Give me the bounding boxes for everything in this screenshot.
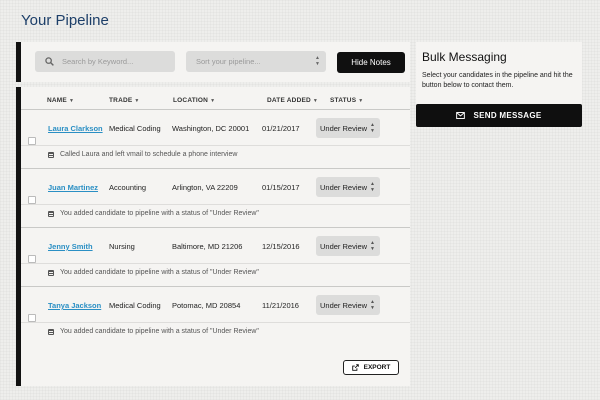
select-arrows-icon: ▲ ▼ xyxy=(370,299,375,311)
row-checkbox[interactable] xyxy=(28,255,36,263)
candidate-date-added: 01/15/2017 xyxy=(262,183,300,192)
bulk-messaging-panel: Bulk Messaging Select your candidates in… xyxy=(416,42,582,127)
candidate-date-added: 12/15/2016 xyxy=(262,242,300,251)
note-icon xyxy=(48,210,54,217)
candidate-date-added: 11/21/2016 xyxy=(262,301,299,310)
export-button[interactable]: EXPORT xyxy=(343,360,399,375)
candidate-location: Baltimore, MD 21206 xyxy=(172,242,243,251)
hide-notes-button[interactable]: Hide Notes xyxy=(337,52,405,73)
candidate-name-link[interactable]: Juan Martinez xyxy=(48,183,98,192)
candidate-trade: Medical Coding xyxy=(109,124,161,133)
select-arrows-icon: ▲ ▼ xyxy=(370,240,375,252)
note-icon xyxy=(48,269,54,276)
status-select[interactable]: Under Review ▲ ▼ xyxy=(316,295,380,315)
note-icon xyxy=(48,151,54,158)
candidate-note: Called Laura and left vmail to schedule … xyxy=(48,151,237,158)
pipeline-table: NAME ▼ TRADE ▼ LOCATION ▼ DATE ADDED ▼ STATU… xyxy=(16,87,410,386)
row-checkbox[interactable] xyxy=(28,314,36,322)
bulk-messaging-description: Select your candidates in the pipeline a… xyxy=(422,72,573,89)
select-arrows-icon: ▲ ▼ xyxy=(370,181,375,193)
column-header-location[interactable]: LOCATION ▼ xyxy=(173,97,215,104)
search-field[interactable] xyxy=(35,51,175,72)
status-value: Under Review xyxy=(320,182,368,192)
send-message-button[interactable]: SEND MESSAGE xyxy=(416,104,582,127)
candidate-trade: Medical Coding xyxy=(109,301,161,310)
candidate-note: You added candidate to pipeline with a s… xyxy=(48,210,259,217)
candidate-location: Washington, DC 20001 xyxy=(172,124,250,133)
row-checkbox[interactable] xyxy=(28,137,36,145)
row-checkbox[interactable] xyxy=(28,196,36,204)
sort-select[interactable]: Sort your pipeline... ▲ ▼ xyxy=(186,51,326,72)
send-message-label: SEND MESSAGE xyxy=(473,111,542,120)
export-icon xyxy=(351,364,359,371)
candidate-location: Arlington, VA 22209 xyxy=(172,183,238,192)
candidate-trade: Nursing xyxy=(109,242,135,251)
status-value: Under Review xyxy=(320,300,368,310)
search-input[interactable] xyxy=(62,57,162,66)
table-header: NAME ▼ TRADE ▼ LOCATION ▼ DATE ADDED ▼ STATU… xyxy=(21,87,410,109)
note-text: You added candidate to pipeline with a s… xyxy=(60,328,259,335)
column-header-status[interactable]: STATUS ▼ xyxy=(330,97,363,104)
sort-arrows-icon: ▲ ▼ xyxy=(315,55,320,67)
candidate-name-link[interactable]: Tanya Jackson xyxy=(48,301,101,310)
note-text: You added candidate to pipeline with a s… xyxy=(60,210,259,217)
table-row: Jenny Smith Nursing Baltimore, MD 21206 … xyxy=(21,227,410,286)
status-select[interactable]: Under Review ▲ ▼ xyxy=(316,177,380,197)
candidate-location: Potomac, MD 20854 xyxy=(172,301,241,310)
note-text: You added candidate to pipeline with a s… xyxy=(60,269,259,276)
envelope-icon xyxy=(456,112,466,119)
select-arrows-icon: ▲ ▼ xyxy=(370,122,375,134)
bulk-messaging-title: Bulk Messaging xyxy=(422,50,507,64)
candidate-note: You added candidate to pipeline with a s… xyxy=(48,328,259,335)
status-value: Under Review xyxy=(320,241,368,251)
search-icon xyxy=(45,57,54,66)
column-header-trade[interactable]: TRADE ▼ xyxy=(109,97,140,104)
candidate-name-link[interactable]: Laura Clarkson xyxy=(48,124,103,133)
sort-select-placeholder: Sort your pipeline... xyxy=(196,57,261,66)
candidate-name-link[interactable]: Jenny Smith xyxy=(48,242,93,251)
column-header-date-added[interactable]: DATE ADDED ▼ xyxy=(267,97,318,104)
status-select[interactable]: Under Review ▲ ▼ xyxy=(316,236,380,256)
pipeline-toolbar: Sort your pipeline... ▲▼ Hide Notes xyxy=(16,42,410,82)
note-text: Called Laura and left vmail to schedule … xyxy=(60,151,238,158)
candidate-date-added: 01/21/2017 xyxy=(262,124,300,133)
note-icon xyxy=(48,328,54,335)
table-row: Juan Martinez Accounting Arlington, VA 2… xyxy=(21,168,410,227)
candidate-trade: Accounting xyxy=(109,183,147,192)
candidate-note: You added candidate to pipeline with a s… xyxy=(48,269,259,276)
status-value: Under Review xyxy=(320,123,368,133)
status-select[interactable]: Under Review ▲ ▼ xyxy=(316,118,380,138)
export-label: EXPORT xyxy=(363,364,391,371)
table-row: Laura Clarkson Medical Coding Washington… xyxy=(21,109,410,168)
page-title: Your Pipeline xyxy=(21,12,109,29)
column-header-name[interactable]: NAME ▼ xyxy=(47,97,74,104)
table-row: Tanya Jackson Medical Coding Potomac, MD… xyxy=(21,286,410,345)
